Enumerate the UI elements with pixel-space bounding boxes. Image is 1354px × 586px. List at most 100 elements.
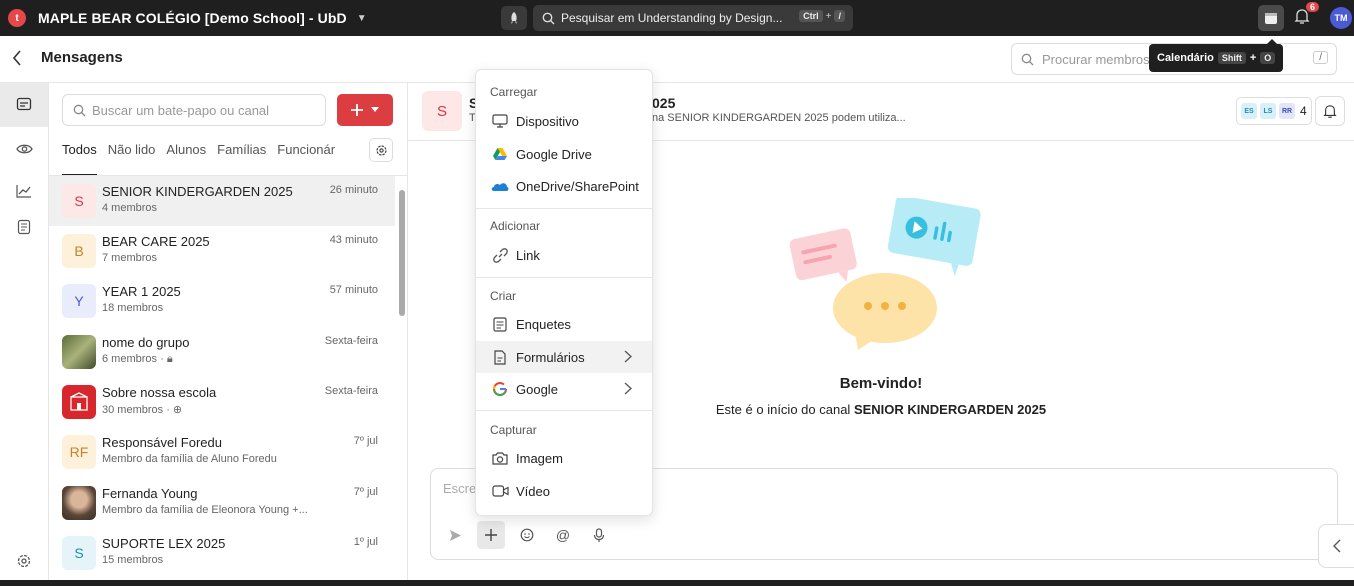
back-arrow-icon[interactable] — [12, 50, 22, 66]
list-item[interactable]: nome do grupo 6 membros · 🔒︎ Sexta-feira — [49, 327, 395, 377]
school-name[interactable]: MAPLE BEAR COLÉGIO [Demo School] - UbD — [38, 10, 347, 26]
new-chat-button[interactable] — [337, 94, 393, 126]
menu-item-label: Google Drive — [516, 146, 592, 162]
menu-item-label: Enquetes — [516, 316, 571, 332]
list-item-sub: 15 membros — [102, 554, 164, 566]
attach-menu: Carregar Dispositivo Google Drive OneDri… — [475, 69, 653, 516]
send-button[interactable] — [441, 521, 469, 549]
list-item-time: Sexta-feira — [324, 335, 378, 347]
list-item[interactable]: RF Responsável Foredu Membro da família … — [49, 427, 395, 477]
menu-item-link[interactable]: Link — [476, 239, 652, 271]
list-item-name: nome do grupo — [102, 335, 190, 350]
list-item-sub: Membro da família de Eleonora Young +... — [102, 504, 308, 516]
person-photo-avatar — [62, 486, 96, 520]
poll-icon — [490, 316, 510, 332]
group-photo-avatar — [62, 335, 96, 369]
menu-item-label: Google — [516, 381, 558, 397]
menu-item-image[interactable]: Imagem — [476, 442, 652, 474]
google-icon — [490, 382, 510, 396]
chat-list-panel: Buscar um bate-papo ou canal Todos Não l… — [49, 83, 408, 580]
channel-members-button[interactable]: ES LS RR 4 — [1236, 97, 1312, 125]
menu-item-forms[interactable]: Formulários — [476, 341, 652, 373]
video-icon — [490, 485, 510, 497]
calendar-button[interactable] — [1258, 5, 1284, 31]
left-rail — [0, 83, 49, 586]
channel-alarm-button[interactable] — [1315, 96, 1345, 126]
globe-icon: ⊕ — [172, 404, 183, 416]
list-item-name: BEAR CARE 2025 — [102, 234, 210, 249]
attach-plus-button[interactable] — [477, 521, 505, 549]
form-icon — [490, 349, 510, 365]
menu-item-google[interactable]: Google — [476, 373, 652, 405]
rocket-icon[interactable] — [501, 6, 527, 30]
global-search[interactable]: Pesquisar em Understanding by Design... … — [533, 5, 853, 31]
shortcut-key: O — [1260, 52, 1276, 64]
school-logo-avatar — [62, 385, 96, 419]
list-item[interactable]: S SENIOR KINDERGARDEN 2025 4 membros 26 … — [49, 176, 395, 226]
menu-divider — [476, 208, 652, 209]
emoji-icon — [520, 528, 534, 542]
list-item-sub-text: 6 membros — [102, 353, 158, 365]
chat-list: S SENIOR KINDERGARDEN 2025 4 membros 26 … — [49, 176, 395, 580]
chat-tabs: Todos Não lido Alunos Famílias Funcionár — [62, 134, 346, 176]
menu-section-title: Capturar — [490, 423, 537, 437]
list-item[interactable]: Y YEAR 1 2025 18 membros 57 minuto — [49, 276, 395, 326]
app-logo[interactable]: t — [8, 9, 26, 27]
app-logo-letter: t — [15, 12, 19, 24]
rail-list[interactable] — [0, 205, 48, 249]
emoji-button[interactable] — [513, 521, 541, 549]
menu-item-onedrive[interactable]: OneDrive/SharePoint — [476, 170, 652, 202]
right-panel-toggle[interactable] — [1318, 524, 1354, 568]
list-item-name: YEAR 1 2025 — [102, 284, 181, 299]
list-item[interactable]: B BEAR CARE 2025 7 membros 43 minuto — [49, 226, 395, 276]
contact-avatar: RF — [62, 435, 96, 469]
menu-item-google-drive[interactable]: Google Drive — [476, 138, 652, 170]
member-chip: ES — [1241, 103, 1257, 119]
onedrive-icon — [490, 181, 510, 192]
tab-all[interactable]: Todos — [62, 134, 97, 176]
channel-avatar: S — [422, 91, 462, 131]
voice-button[interactable] — [585, 521, 613, 549]
rail-view[interactable] — [0, 127, 48, 171]
chat-bubbles-illustration — [789, 198, 981, 350]
menu-item-video[interactable]: Vídeo — [476, 475, 652, 507]
shortcut-key: Shift — [1217, 52, 1246, 64]
menu-item-device[interactable]: Dispositivo — [476, 105, 652, 137]
list-item[interactable]: Sobre nossa escola 30 membros · ⊕ Sexta-… — [49, 377, 395, 427]
mention-button[interactable]: @ — [549, 521, 577, 549]
link-icon — [490, 247, 510, 263]
menu-item-label: Link — [516, 247, 540, 263]
google-drive-icon — [490, 147, 510, 161]
chat-search-input[interactable]: Buscar um bate-papo ou canal — [62, 94, 326, 126]
list-item-name: Responsável Foredu — [102, 435, 222, 450]
shortcut-plus: + — [1249, 52, 1257, 64]
chart-line-icon — [16, 185, 31, 198]
channel-avatar: S — [62, 536, 96, 570]
channel-desc-end: na SENIOR KINDERGARDEN 2025 podem utiliz… — [652, 112, 906, 124]
send-icon — [449, 529, 461, 541]
list-item-sub: 4 membros — [102, 202, 158, 214]
alarm-bell-icon — [1323, 104, 1337, 118]
scrollbar-thumb[interactable] — [399, 190, 405, 316]
menu-item-label: Imagem — [516, 450, 563, 466]
chevron-right-icon — [624, 382, 632, 395]
chevron-down-icon[interactable]: ▼ — [357, 13, 367, 24]
list-item[interactable]: S SUPORTE LEX 2025 15 membros 1º jul — [49, 528, 395, 578]
rail-messages[interactable] — [0, 83, 48, 127]
tab-unread[interactable]: Não lido — [108, 134, 156, 176]
chat-icon — [16, 97, 32, 111]
chevron-left-icon — [1332, 539, 1340, 553]
user-avatar[interactable]: TM — [1330, 7, 1352, 29]
tab-students[interactable]: Alunos — [166, 134, 206, 176]
list-item[interactable]: Fernanda Young Membro da família de Eleo… — [49, 478, 395, 528]
menu-item-polls[interactable]: Enquetes — [476, 308, 652, 340]
list-item-time: 57 minuto — [329, 284, 378, 296]
list-item-name: SUPORTE LEX 2025 — [102, 536, 226, 551]
tab-settings-button[interactable] — [369, 138, 393, 162]
chat-list-scrollbar[interactable] — [396, 176, 408, 580]
menu-divider — [476, 410, 652, 411]
rail-settings[interactable] — [0, 539, 48, 583]
member-chip: RR — [1279, 103, 1295, 119]
tab-families[interactable]: Famílias — [217, 134, 266, 176]
tab-staff[interactable]: Funcionár — [277, 134, 335, 176]
